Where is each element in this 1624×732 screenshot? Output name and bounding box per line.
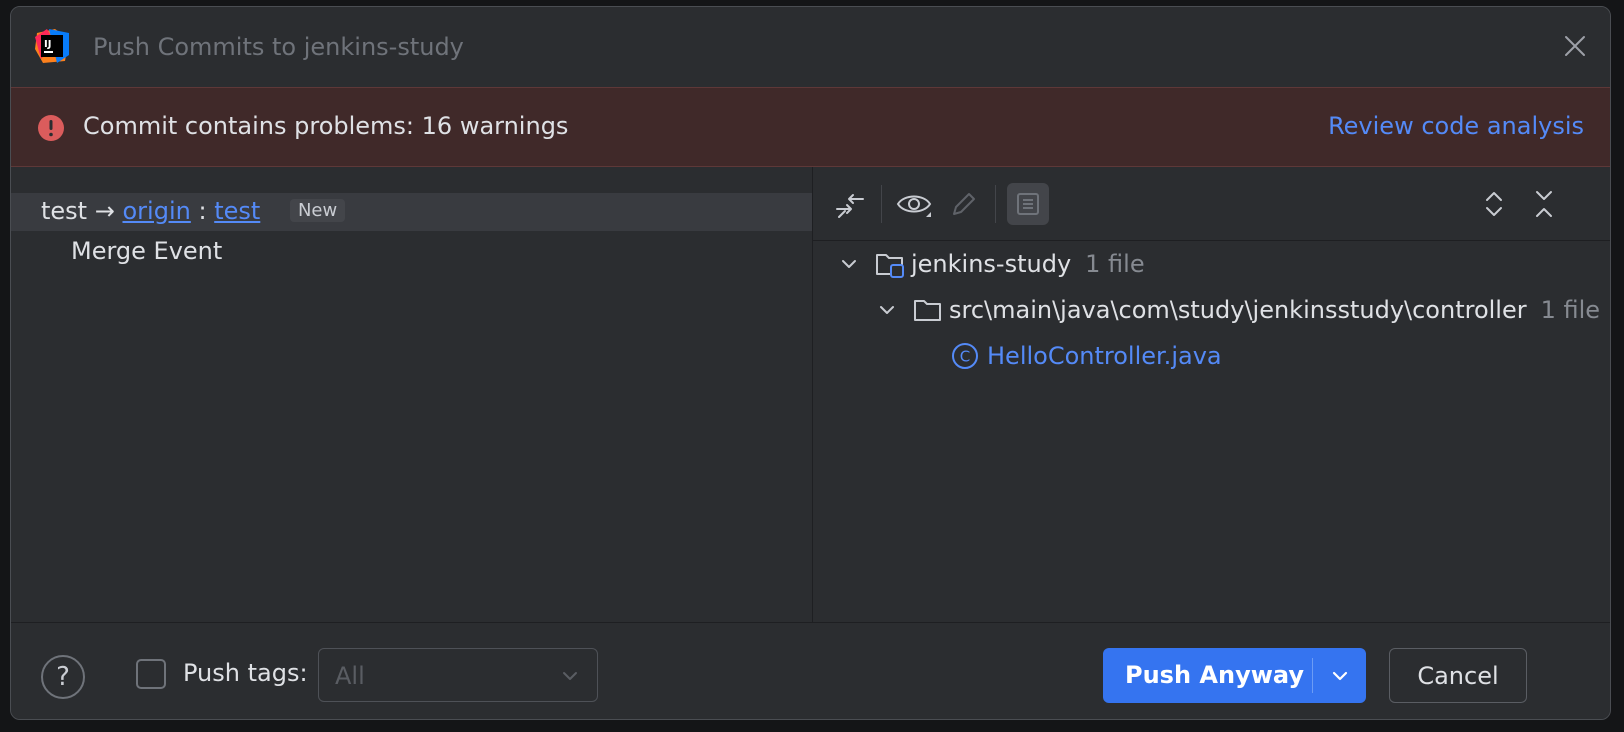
commit-details-toggle[interactable] (1007, 183, 1049, 225)
push-commits-dialog: IJ Push Commits to jenkins-study Commit … (10, 6, 1611, 720)
error-icon (37, 114, 65, 142)
target-branch-link[interactable]: test (214, 197, 260, 225)
review-code-analysis-link[interactable]: Review code analysis (1328, 112, 1584, 140)
close-button[interactable] (1558, 29, 1592, 63)
help-button[interactable]: ? (41, 655, 85, 699)
commit-item[interactable]: Merge Event (71, 237, 222, 265)
tree-root-count: 1 file (1085, 250, 1145, 278)
branch-separator: : (198, 197, 207, 225)
dialog-title: Push Commits to jenkins-study (93, 33, 464, 61)
commit-details-icon (1017, 193, 1039, 215)
changes-toolbar (813, 167, 1610, 241)
source-branch: test (41, 197, 88, 225)
push-anyway-button[interactable]: Push Anyway (1103, 648, 1366, 703)
logo-text: IJ (44, 39, 51, 50)
problems-banner: Commit contains problems: 16 warnings Re… (11, 87, 1610, 167)
title-bar: IJ Push Commits to jenkins-study (11, 7, 1610, 87)
tags-select-value: All (335, 662, 365, 690)
view-options-button[interactable] (893, 183, 935, 225)
tree-folder-row[interactable]: src\main\java\com\study\jenkinsstudy\con… (877, 295, 1600, 325)
swap-arrows-icon (836, 194, 864, 218)
push-anyway-label: Push Anyway (1125, 661, 1304, 689)
remote-link[interactable]: origin (122, 197, 190, 225)
pencil-icon (953, 193, 975, 215)
commits-pane: test → origin : test New Merge Event (11, 167, 813, 622)
module-folder-icon (876, 254, 904, 278)
dialog-footer: ? Push tags: All Push Anyway Cancel (11, 622, 1610, 719)
push-tags-checkbox[interactable] (136, 659, 166, 689)
branch-row[interactable]: test → origin : test New (11, 193, 812, 231)
problems-message: Commit contains problems: 16 warnings (83, 112, 569, 140)
java-class-glyph: C (960, 348, 970, 366)
tree-root-row[interactable]: jenkins-study 1 file (839, 249, 1145, 279)
tree-folder-name: src\main\java\com\study\jenkinsstudy\con… (949, 296, 1527, 324)
chevron-down-icon (880, 306, 894, 314)
tree-file-row[interactable]: C HelloController.java (951, 342, 1222, 370)
chevron-down-icon (1332, 671, 1347, 680)
push-options-dropdown[interactable] (1313, 648, 1366, 703)
tags-select[interactable]: All (318, 648, 598, 702)
tree-file-name: HelloController.java (987, 342, 1222, 370)
chevron-down-icon (842, 260, 856, 268)
tree-root-name: jenkins-study (911, 250, 1072, 278)
changes-pane: jenkins-study 1 file src\main\java\com\s… (813, 167, 1610, 622)
new-badge: New (289, 199, 346, 222)
eye-icon (896, 195, 932, 217)
push-arrow: → (94, 197, 115, 225)
java-class-icon: C (952, 343, 978, 369)
expand-all-button[interactable] (1473, 183, 1515, 225)
collapse-all-button[interactable] (1523, 183, 1565, 225)
expand-all-icon (1486, 192, 1502, 216)
collapse-all-icon (1536, 191, 1552, 217)
intellij-logo-icon: IJ (35, 29, 69, 63)
push-tags-label: Push tags: (183, 659, 308, 687)
folder-icon (914, 300, 941, 321)
swap-arrows-button[interactable] (829, 183, 871, 225)
chevron-down-icon (563, 672, 577, 680)
cancel-button[interactable]: Cancel (1389, 648, 1527, 703)
help-icon: ? (56, 662, 70, 692)
tree-folder-count: 1 file (1540, 296, 1601, 324)
edit-button[interactable] (943, 183, 985, 225)
close-icon (1565, 36, 1585, 56)
